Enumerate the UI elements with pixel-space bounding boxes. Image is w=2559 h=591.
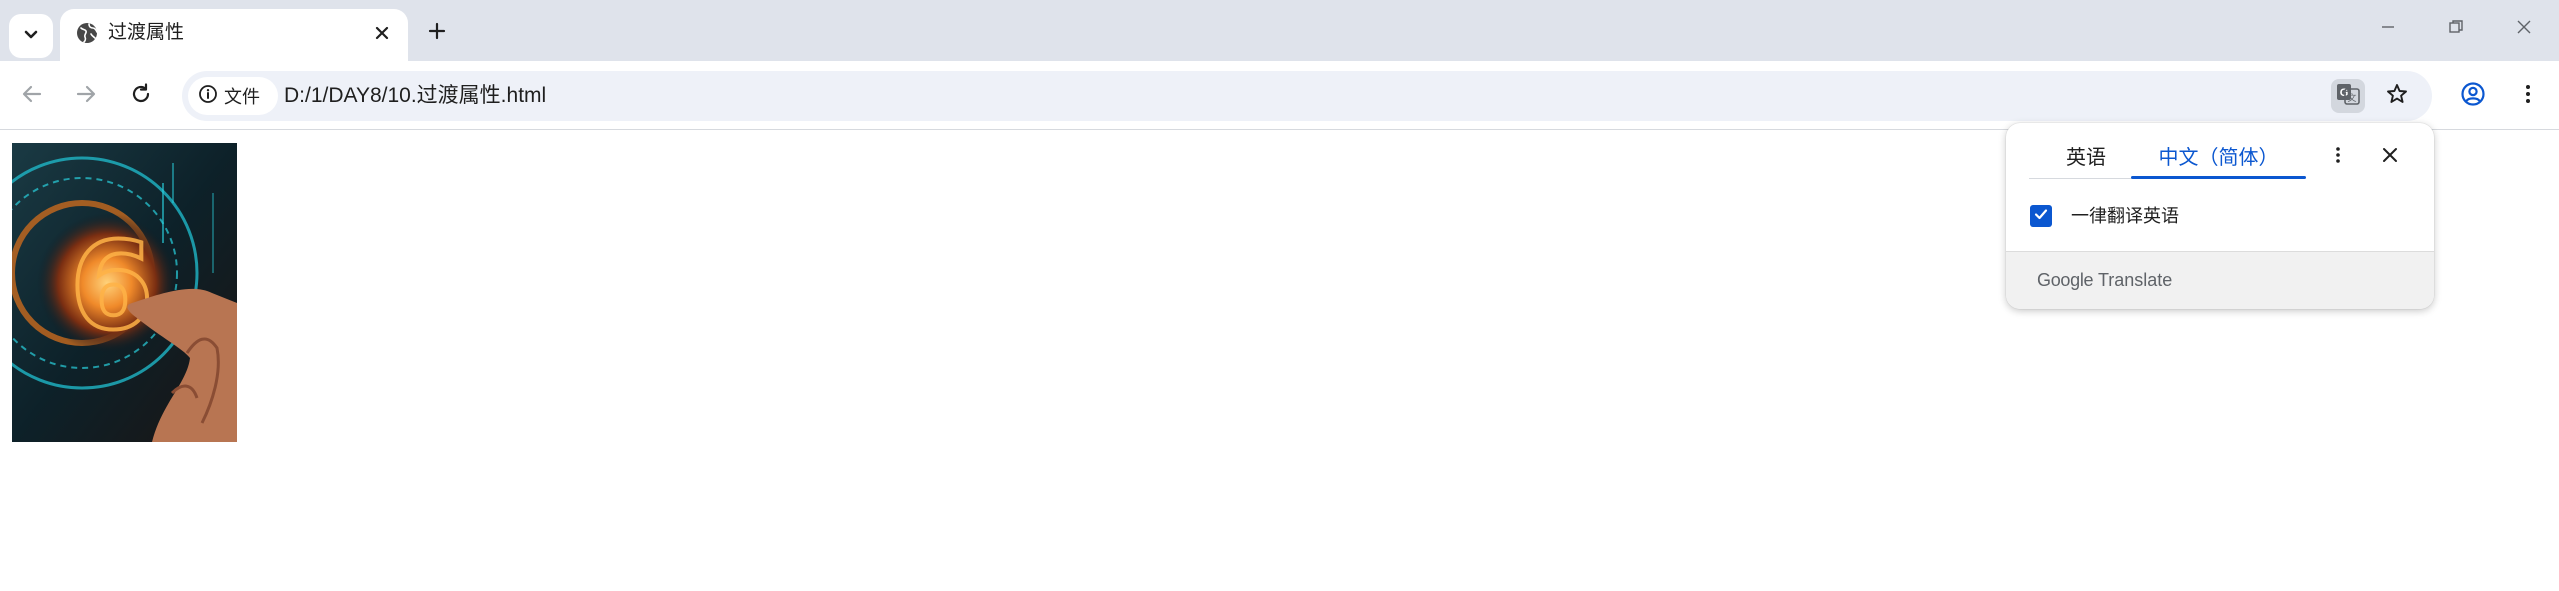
star-icon [2385, 82, 2409, 111]
close-window-button[interactable] [2504, 12, 2544, 46]
tab-title: 过渡属性 [108, 22, 185, 43]
tab-search-button[interactable] [9, 14, 53, 58]
close-icon [2515, 18, 2533, 41]
translate-options-button[interactable] [2322, 141, 2354, 173]
account-circle-icon [2460, 81, 2486, 112]
address-bar[interactable]: 文件 D:/1/DAY8/10.过渡属性.html G 文 [182, 71, 2432, 121]
svg-text:6: 6 [70, 218, 154, 357]
arrow-left-icon [20, 82, 44, 111]
back-button[interactable] [14, 78, 50, 114]
translate-bubble: 英语 中文（简体） 一律翻译英语 Google Translate [2006, 123, 2434, 309]
plus-icon [427, 21, 447, 46]
info-icon [198, 84, 218, 109]
page-image: 6 [12, 143, 237, 442]
browser-menu-button[interactable] [2510, 78, 2546, 114]
bookmark-button[interactable] [2380, 79, 2414, 113]
active-tab[interactable]: 过渡属性 [60, 9, 408, 61]
checkmark-icon [2033, 206, 2049, 227]
google-wordmark: Google [2037, 270, 2094, 290]
chevron-down-icon [22, 25, 40, 48]
close-icon [2381, 146, 2399, 169]
translate-wordmark: Translate [2097, 270, 2173, 290]
active-tab-indicator [2131, 176, 2306, 179]
translate-footer: Google Translate [2006, 251, 2434, 309]
browser-toolbar: 文件 D:/1/DAY8/10.过渡属性.html G 文 [0, 61, 2559, 130]
minimize-icon [2379, 18, 2397, 41]
minimize-button[interactable] [2368, 12, 2408, 46]
google-translate-brand: Google Translate [2037, 268, 2172, 292]
url-text[interactable]: D:/1/DAY8/10.过渡属性.html [284, 82, 546, 110]
tab-strip: 过渡属性 [0, 0, 2559, 61]
translate-page-button[interactable]: G 文 [2331, 79, 2365, 113]
site-info-label: 文件 [224, 87, 260, 107]
more-vert-icon [2328, 145, 2348, 170]
close-tab-icon[interactable] [370, 21, 394, 45]
close-translate-button[interactable] [2374, 141, 2406, 173]
restore-button[interactable] [2436, 12, 2476, 46]
globe-icon [74, 20, 100, 46]
image-6g-hand-icon: 6 [12, 143, 237, 442]
svg-text:文: 文 [2347, 92, 2356, 104]
new-tab-button[interactable] [420, 16, 454, 50]
arrow-right-icon [74, 82, 98, 111]
site-info-chip[interactable]: 文件 [188, 77, 278, 115]
always-translate-label[interactable]: 一律翻译英语 [2071, 203, 2179, 229]
always-translate-checkbox[interactable] [2030, 205, 2052, 227]
forward-button[interactable] [68, 78, 104, 114]
tab-source-language[interactable]: 英语 [2046, 143, 2126, 183]
reload-icon [129, 82, 153, 111]
restore-icon [2447, 18, 2465, 41]
reload-button[interactable] [123, 78, 159, 114]
more-vert-icon [2516, 82, 2540, 111]
profile-button[interactable] [2455, 78, 2491, 114]
google-translate-icon: G 文 [2335, 81, 2361, 112]
